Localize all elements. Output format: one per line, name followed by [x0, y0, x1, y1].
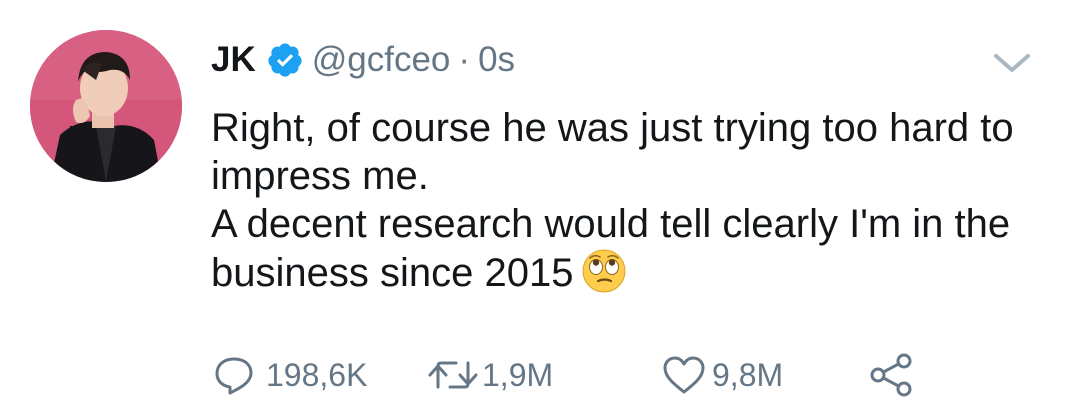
retweet-button[interactable]: 1,9M [426, 350, 553, 400]
separator-dot: · [458, 40, 471, 79]
face-with-rolling-eyes-icon [581, 248, 627, 294]
reply-count: 198,6K [266, 356, 368, 393]
verified-badge-icon [266, 41, 304, 79]
share-icon [870, 353, 912, 397]
heart-icon [663, 356, 705, 394]
timestamp[interactable]: 0s [478, 40, 515, 80]
chevron-down-icon[interactable] [990, 48, 1034, 78]
avatar-image [30, 30, 182, 182]
reply-button[interactable]: 198,6K [212, 350, 367, 400]
tweet-card[interactable]: JK @gcfceo · 0s Right, of course he was … [0, 0, 1080, 411]
tweet-actions: 198,6K 1,9M 9,8M [212, 350, 972, 400]
tweet-text-line-with-emoji: A decent research would tell clearly I'm… [211, 200, 1061, 297]
display-name[interactable]: JK [211, 40, 256, 80]
tweet-header: JK @gcfceo · 0s [211, 36, 515, 84]
retweet-count: 1,9M [482, 356, 554, 393]
share-button[interactable] [868, 350, 916, 400]
avatar[interactable] [30, 30, 182, 182]
like-count: 9,8M [712, 356, 784, 393]
reply-icon [215, 357, 253, 395]
retweet-icon [428, 361, 478, 389]
tweet-text: Right, of course he was just trying too … [211, 104, 1061, 297]
tweet-text-line: Right, of course he was just trying too … [211, 106, 1014, 198]
like-button[interactable]: 9,8M [660, 350, 783, 400]
author-handle[interactable]: @gcfceo [312, 40, 451, 80]
